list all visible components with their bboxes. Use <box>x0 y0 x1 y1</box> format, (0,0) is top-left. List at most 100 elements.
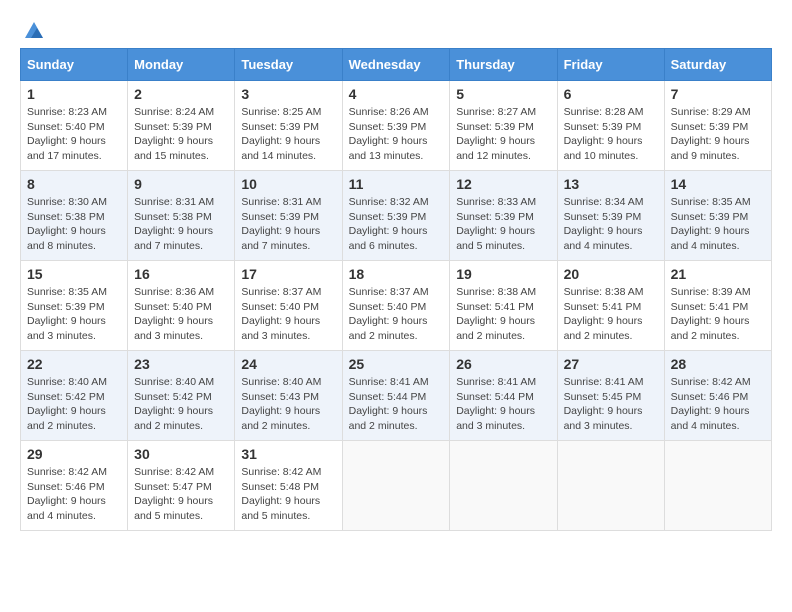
sunrise-label: Sunrise: 8:30 AM <box>27 196 107 208</box>
calendar-cell: 12 Sunrise: 8:33 AM Sunset: 5:39 PM Dayl… <box>450 171 557 261</box>
calendar-cell <box>664 441 771 531</box>
header-thursday: Thursday <box>450 49 557 81</box>
logo-icon <box>23 20 45 42</box>
sunrise-label: Sunrise: 8:25 AM <box>241 106 321 118</box>
calendar-cell: 20 Sunrise: 8:38 AM Sunset: 5:41 PM Dayl… <box>557 261 664 351</box>
day-info: Sunrise: 8:35 AM Sunset: 5:39 PM Dayligh… <box>27 285 121 344</box>
day-info: Sunrise: 8:42 AM Sunset: 5:46 PM Dayligh… <box>27 465 121 524</box>
calendar-cell: 8 Sunrise: 8:30 AM Sunset: 5:38 PM Dayli… <box>21 171 128 261</box>
sunset-label: Sunset: 5:39 PM <box>456 211 534 223</box>
day-info: Sunrise: 8:37 AM Sunset: 5:40 PM Dayligh… <box>241 285 335 344</box>
calendar-week-2: 8 Sunrise: 8:30 AM Sunset: 5:38 PM Dayli… <box>21 171 772 261</box>
sunset-label: Sunset: 5:41 PM <box>671 301 749 313</box>
sunrise-label: Sunrise: 8:28 AM <box>564 106 644 118</box>
sunrise-label: Sunrise: 8:38 AM <box>456 286 536 298</box>
day-info: Sunrise: 8:36 AM Sunset: 5:40 PM Dayligh… <box>134 285 228 344</box>
day-info: Sunrise: 8:31 AM Sunset: 5:38 PM Dayligh… <box>134 195 228 254</box>
daylight-label: Daylight: 9 hours and 4 minutes. <box>27 495 106 522</box>
calendar-cell: 6 Sunrise: 8:28 AM Sunset: 5:39 PM Dayli… <box>557 81 664 171</box>
day-info: Sunrise: 8:42 AM Sunset: 5:46 PM Dayligh… <box>671 375 765 434</box>
daylight-label: Daylight: 9 hours and 2 minutes. <box>456 315 535 342</box>
sunrise-label: Sunrise: 8:36 AM <box>134 286 214 298</box>
day-info: Sunrise: 8:39 AM Sunset: 5:41 PM Dayligh… <box>671 285 765 344</box>
day-number: 19 <box>456 266 550 282</box>
daylight-label: Daylight: 9 hours and 9 minutes. <box>671 135 750 162</box>
sunset-label: Sunset: 5:40 PM <box>349 301 427 313</box>
sunset-label: Sunset: 5:40 PM <box>134 301 212 313</box>
sunrise-label: Sunrise: 8:41 AM <box>349 376 429 388</box>
header-sunday: Sunday <box>21 49 128 81</box>
sunset-label: Sunset: 5:39 PM <box>349 211 427 223</box>
calendar-cell: 13 Sunrise: 8:34 AM Sunset: 5:39 PM Dayl… <box>557 171 664 261</box>
daylight-label: Daylight: 9 hours and 5 minutes. <box>134 495 213 522</box>
header-monday: Monday <box>128 49 235 81</box>
calendar-cell: 24 Sunrise: 8:40 AM Sunset: 5:43 PM Dayl… <box>235 351 342 441</box>
sunset-label: Sunset: 5:39 PM <box>241 211 319 223</box>
sunset-label: Sunset: 5:39 PM <box>349 121 427 133</box>
day-number: 9 <box>134 176 228 192</box>
day-number: 29 <box>27 446 121 462</box>
logo <box>20 20 46 38</box>
day-number: 11 <box>349 176 444 192</box>
day-number: 26 <box>456 356 550 372</box>
day-number: 2 <box>134 86 228 102</box>
calendar-cell: 26 Sunrise: 8:41 AM Sunset: 5:44 PM Dayl… <box>450 351 557 441</box>
calendar-cell: 9 Sunrise: 8:31 AM Sunset: 5:38 PM Dayli… <box>128 171 235 261</box>
calendar-cell: 25 Sunrise: 8:41 AM Sunset: 5:44 PM Dayl… <box>342 351 450 441</box>
sunset-label: Sunset: 5:43 PM <box>241 391 319 403</box>
calendar-cell: 10 Sunrise: 8:31 AM Sunset: 5:39 PM Dayl… <box>235 171 342 261</box>
calendar-cell: 17 Sunrise: 8:37 AM Sunset: 5:40 PM Dayl… <box>235 261 342 351</box>
day-info: Sunrise: 8:40 AM Sunset: 5:42 PM Dayligh… <box>134 375 228 434</box>
sunset-label: Sunset: 5:39 PM <box>456 121 534 133</box>
day-info: Sunrise: 8:40 AM Sunset: 5:43 PM Dayligh… <box>241 375 335 434</box>
sunrise-label: Sunrise: 8:40 AM <box>27 376 107 388</box>
daylight-label: Daylight: 9 hours and 7 minutes. <box>134 225 213 252</box>
calendar-cell: 14 Sunrise: 8:35 AM Sunset: 5:39 PM Dayl… <box>664 171 771 261</box>
sunrise-label: Sunrise: 8:42 AM <box>134 466 214 478</box>
sunrise-label: Sunrise: 8:31 AM <box>134 196 214 208</box>
sunrise-label: Sunrise: 8:29 AM <box>671 106 751 118</box>
sunrise-label: Sunrise: 8:32 AM <box>349 196 429 208</box>
day-number: 14 <box>671 176 765 192</box>
day-number: 12 <box>456 176 550 192</box>
sunset-label: Sunset: 5:39 PM <box>27 301 105 313</box>
sunset-label: Sunset: 5:38 PM <box>134 211 212 223</box>
sunrise-label: Sunrise: 8:42 AM <box>671 376 751 388</box>
calendar-cell: 23 Sunrise: 8:40 AM Sunset: 5:42 PM Dayl… <box>128 351 235 441</box>
daylight-label: Daylight: 9 hours and 17 minutes. <box>27 135 106 162</box>
calendar-cell: 2 Sunrise: 8:24 AM Sunset: 5:39 PM Dayli… <box>128 81 235 171</box>
calendar-cell <box>342 441 450 531</box>
day-info: Sunrise: 8:38 AM Sunset: 5:41 PM Dayligh… <box>564 285 658 344</box>
calendar-cell: 3 Sunrise: 8:25 AM Sunset: 5:39 PM Dayli… <box>235 81 342 171</box>
sunrise-label: Sunrise: 8:38 AM <box>564 286 644 298</box>
calendar-cell: 5 Sunrise: 8:27 AM Sunset: 5:39 PM Dayli… <box>450 81 557 171</box>
calendar-header-row: SundayMondayTuesdayWednesdayThursdayFrid… <box>21 49 772 81</box>
daylight-label: Daylight: 9 hours and 5 minutes. <box>241 495 320 522</box>
daylight-label: Daylight: 9 hours and 2 minutes. <box>671 315 750 342</box>
daylight-label: Daylight: 9 hours and 2 minutes. <box>134 405 213 432</box>
day-number: 30 <box>134 446 228 462</box>
sunrise-label: Sunrise: 8:26 AM <box>349 106 429 118</box>
sunrise-label: Sunrise: 8:40 AM <box>134 376 214 388</box>
daylight-label: Daylight: 9 hours and 6 minutes. <box>349 225 428 252</box>
header-saturday: Saturday <box>664 49 771 81</box>
sunset-label: Sunset: 5:39 PM <box>134 121 212 133</box>
daylight-label: Daylight: 9 hours and 3 minutes. <box>456 405 535 432</box>
sunrise-label: Sunrise: 8:33 AM <box>456 196 536 208</box>
daylight-label: Daylight: 9 hours and 2 minutes. <box>241 405 320 432</box>
sunrise-label: Sunrise: 8:31 AM <box>241 196 321 208</box>
day-info: Sunrise: 8:42 AM Sunset: 5:48 PM Dayligh… <box>241 465 335 524</box>
day-info: Sunrise: 8:29 AM Sunset: 5:39 PM Dayligh… <box>671 105 765 164</box>
sunset-label: Sunset: 5:39 PM <box>564 211 642 223</box>
sunrise-label: Sunrise: 8:37 AM <box>349 286 429 298</box>
calendar-cell <box>557 441 664 531</box>
day-number: 4 <box>349 86 444 102</box>
sunset-label: Sunset: 5:39 PM <box>564 121 642 133</box>
daylight-label: Daylight: 9 hours and 15 minutes. <box>134 135 213 162</box>
calendar-cell: 30 Sunrise: 8:42 AM Sunset: 5:47 PM Dayl… <box>128 441 235 531</box>
header-friday: Friday <box>557 49 664 81</box>
sunrise-label: Sunrise: 8:24 AM <box>134 106 214 118</box>
day-info: Sunrise: 8:30 AM Sunset: 5:38 PM Dayligh… <box>27 195 121 254</box>
day-info: Sunrise: 8:40 AM Sunset: 5:42 PM Dayligh… <box>27 375 121 434</box>
sunrise-label: Sunrise: 8:37 AM <box>241 286 321 298</box>
